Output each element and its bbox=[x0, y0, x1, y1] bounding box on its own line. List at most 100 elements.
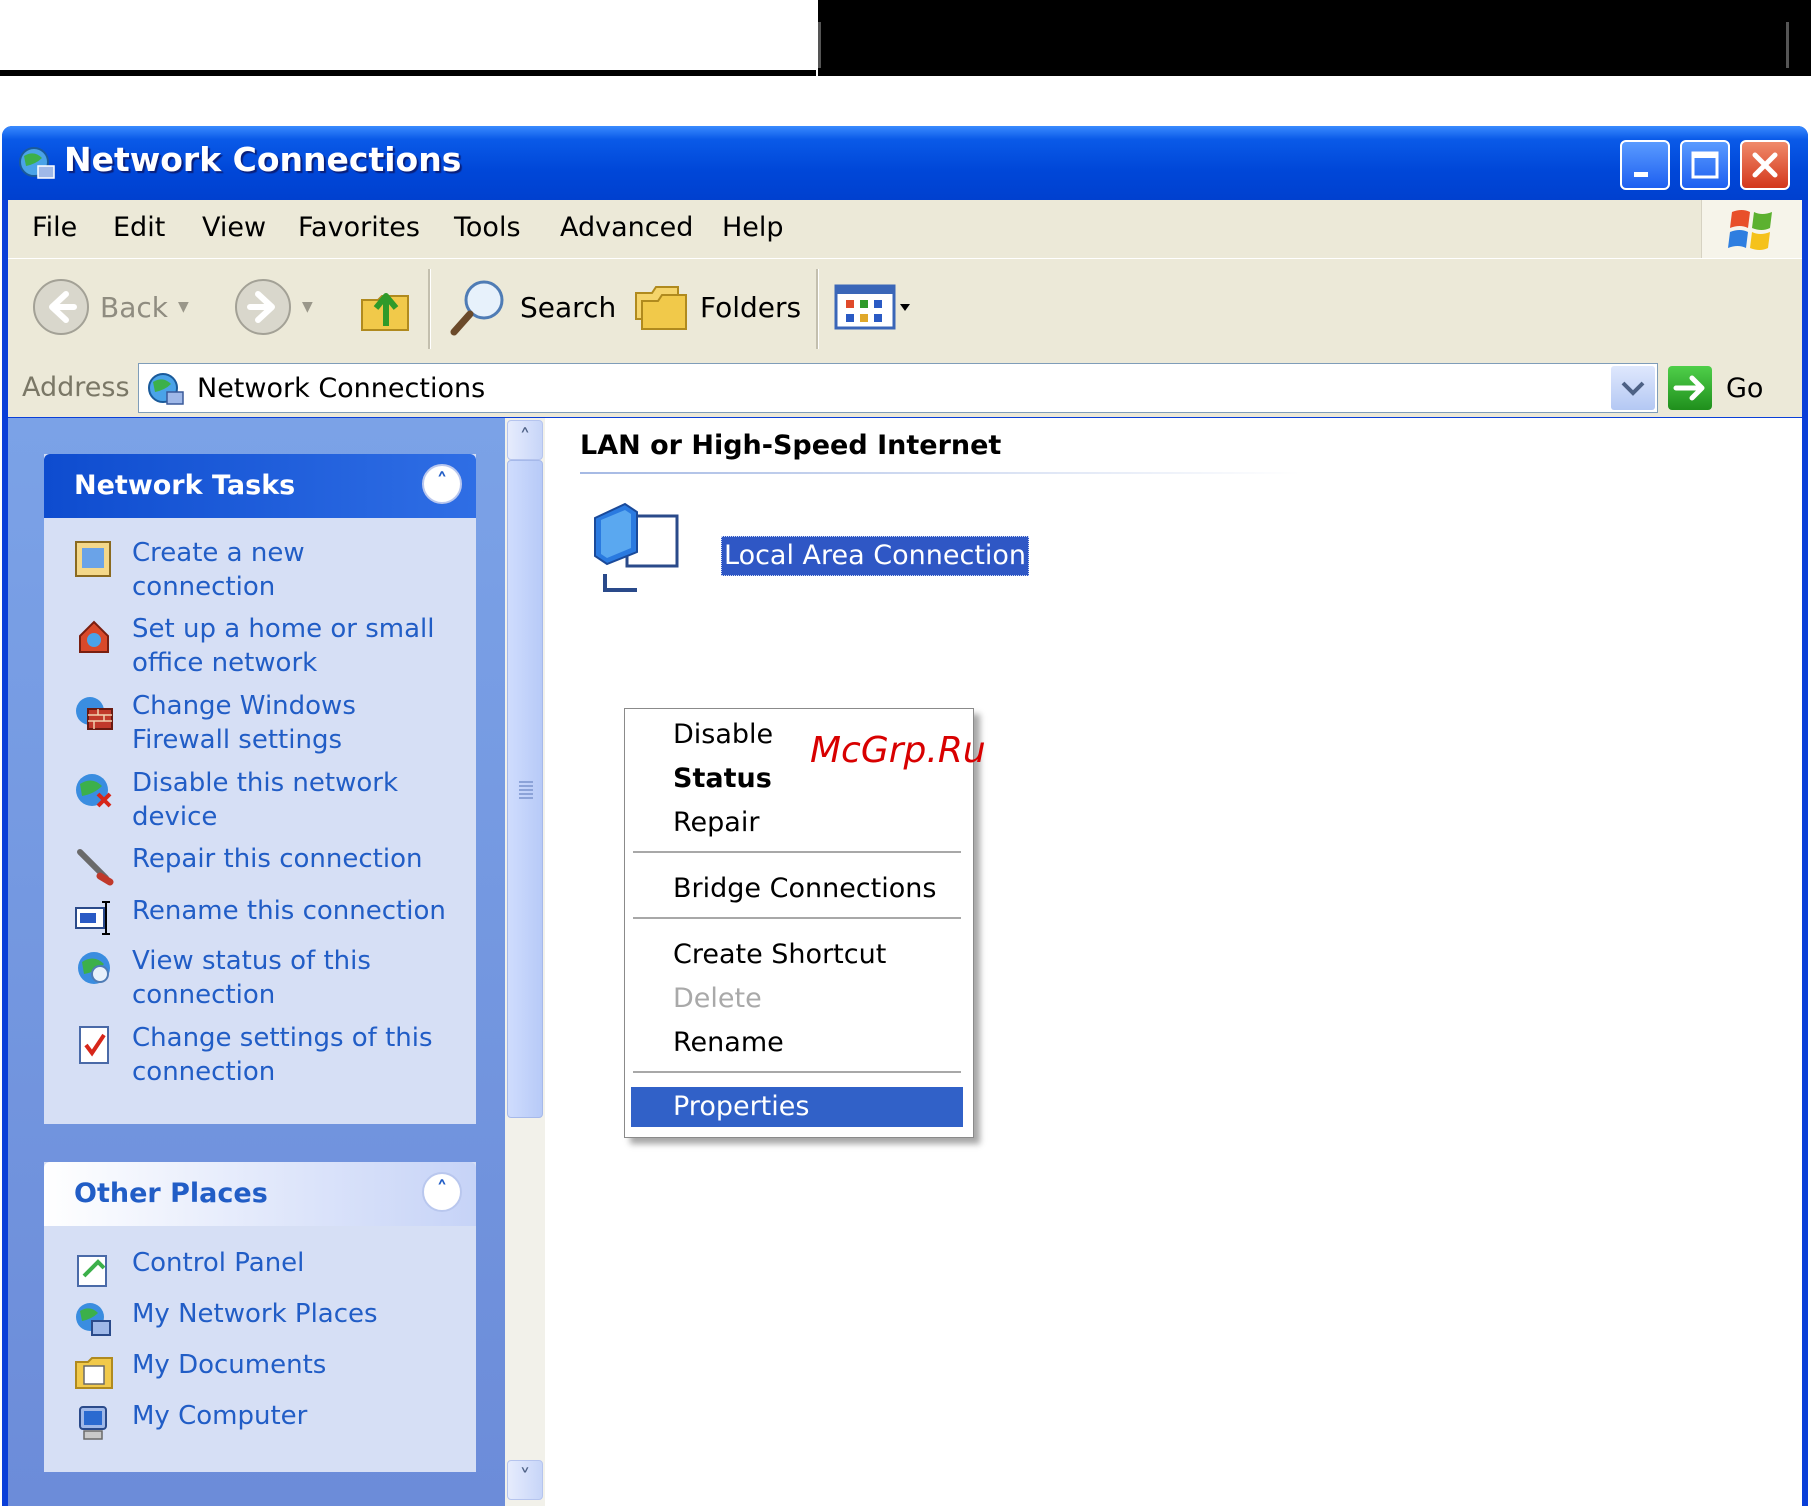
home-network-icon bbox=[79, 620, 109, 653]
menu-item-bridge-connections[interactable]: Bridge Connections bbox=[631, 869, 963, 909]
maximize-button[interactable] bbox=[1680, 140, 1730, 190]
place-my-network-places[interactable]: My Network Places bbox=[74, 1297, 464, 1341]
task-label: Create a new connection bbox=[132, 538, 305, 602]
task-rename-connection[interactable]: Rename this connection bbox=[74, 894, 464, 938]
task-pane: Network Tasks ˄ Create a new connection … bbox=[8, 418, 505, 1506]
page-header-black-band bbox=[818, 0, 1811, 76]
task-label: Change settings of this connection bbox=[132, 1023, 433, 1087]
standard-toolbar: Back ▼ ▼ Search Folders bbox=[8, 258, 1802, 360]
task-label: Change Windows Firewall settings bbox=[132, 691, 356, 755]
minimize-icon bbox=[1634, 172, 1648, 177]
connections-view: LAN or High-Speed Internet Local Area Co… bbox=[545, 418, 1802, 1506]
menu-favorites[interactable]: Favorites bbox=[298, 212, 420, 243]
menu-separator bbox=[633, 917, 961, 919]
address-value: Network Connections bbox=[197, 373, 486, 404]
network-connections-icon bbox=[19, 147, 55, 179]
task-view-status[interactable]: View status of this connection bbox=[74, 944, 464, 1014]
minimize-button[interactable] bbox=[1620, 140, 1670, 190]
local-area-connection-label[interactable]: Local Area Connection bbox=[721, 536, 1030, 576]
task-repair-connection[interactable]: Repair this connection bbox=[74, 842, 464, 886]
place-label: Control Panel bbox=[132, 1248, 305, 1278]
forward-arrow-icon bbox=[235, 279, 291, 335]
search-button[interactable]: Search bbox=[448, 275, 616, 339]
address-input[interactable]: Network Connections bbox=[138, 363, 1658, 413]
menu-bar: File Edit View Favorites Tools Advanced … bbox=[8, 200, 1802, 258]
task-pane-scrollbar[interactable]: ˄ ˅ bbox=[505, 418, 545, 1506]
forward-dropdown-icon[interactable]: ▼ bbox=[302, 299, 313, 315]
menu-file[interactable]: File bbox=[32, 212, 77, 243]
menu-item-create-shortcut[interactable]: Create Shortcut bbox=[631, 935, 963, 975]
menu-separator bbox=[633, 1071, 961, 1073]
up-folder-icon bbox=[361, 293, 409, 331]
folders-label: Folders bbox=[700, 290, 802, 324]
context-menu: Disable Status Repair Bridge Connections… bbox=[624, 708, 974, 1138]
up-folder-button[interactable] bbox=[358, 275, 414, 339]
back-dropdown-icon[interactable]: ▼ bbox=[178, 299, 189, 315]
place-my-documents[interactable]: My Documents bbox=[74, 1348, 464, 1392]
toolbar-separator bbox=[816, 269, 819, 349]
collapse-network-tasks-button[interactable]: ˄ bbox=[422, 464, 462, 504]
menu-view[interactable]: View bbox=[202, 212, 266, 243]
network-places-icon bbox=[76, 1303, 111, 1336]
back-button[interactable]: Back ▼ bbox=[32, 275, 189, 339]
task-disable-network-device[interactable]: Disable this network device bbox=[74, 766, 464, 836]
task-label: Set up a home or small office network bbox=[132, 614, 435, 678]
other-places-header[interactable]: Other Places ˄ bbox=[44, 1162, 476, 1226]
menu-help[interactable]: Help bbox=[722, 212, 784, 243]
other-places-title: Other Places bbox=[74, 1178, 268, 1209]
go-button[interactable]: Go bbox=[1668, 365, 1763, 411]
collapse-other-places-button[interactable]: ˄ bbox=[422, 1172, 462, 1212]
toolbar-separator bbox=[428, 269, 431, 349]
network-tasks-header[interactable]: Network Tasks ˄ bbox=[44, 454, 476, 518]
go-label: Go bbox=[1726, 372, 1764, 404]
menu-item-delete: Delete bbox=[673, 983, 762, 1014]
menu-advanced[interactable]: Advanced bbox=[560, 212, 693, 243]
windows-flag-icon bbox=[1728, 210, 1772, 250]
menu-separator bbox=[633, 851, 961, 853]
address-dropdown-button[interactable] bbox=[1611, 366, 1655, 410]
firewall-icon bbox=[76, 697, 113, 730]
task-label: Disable this network device bbox=[132, 768, 399, 832]
close-button[interactable] bbox=[1740, 140, 1790, 190]
documents-icon bbox=[75, 1357, 113, 1389]
scroll-grip-icon bbox=[519, 781, 533, 801]
scroll-up-button[interactable]: ˄ bbox=[507, 420, 543, 460]
views-icon bbox=[834, 284, 910, 330]
scroll-down-button[interactable]: ˅ bbox=[507, 1460, 543, 1500]
menu-item-rename[interactable]: Rename bbox=[631, 1023, 963, 1063]
rename-icon bbox=[75, 901, 110, 935]
computer-icon bbox=[79, 1406, 107, 1440]
group-header-divider bbox=[580, 472, 1300, 474]
place-label: My Documents bbox=[132, 1350, 327, 1380]
menu-item-repair[interactable]: Repair bbox=[631, 803, 963, 843]
search-icon bbox=[450, 280, 504, 336]
place-control-panel[interactable]: Control Panel bbox=[74, 1246, 464, 1290]
forward-button[interactable]: ▼ bbox=[234, 275, 313, 339]
status-icon bbox=[78, 952, 110, 984]
settings-icon bbox=[79, 1026, 109, 1064]
menu-tools[interactable]: Tools bbox=[454, 212, 521, 243]
back-label: Back bbox=[100, 290, 168, 324]
place-label: My Computer bbox=[132, 1401, 308, 1431]
place-my-computer[interactable]: My Computer bbox=[74, 1399, 464, 1443]
title-bar[interactable]: Network Connections bbox=[2, 126, 1808, 200]
task-home-network[interactable]: Set up a home or small office network bbox=[74, 612, 464, 682]
network-connections-window: Network Connections File Edit View Favor… bbox=[2, 126, 1808, 1506]
band-tick bbox=[1786, 22, 1789, 68]
task-change-settings[interactable]: Change settings of this connection bbox=[74, 1021, 464, 1091]
task-firewall-settings[interactable]: Change Windows Firewall settings bbox=[74, 689, 464, 759]
menu-item-properties[interactable]: Properties bbox=[631, 1087, 963, 1127]
folders-icon bbox=[635, 286, 687, 330]
window-title: Network Connections bbox=[64, 140, 462, 179]
local-area-connection-icon[interactable] bbox=[585, 498, 695, 608]
views-button[interactable] bbox=[834, 275, 914, 339]
scroll-thumb[interactable] bbox=[507, 460, 543, 1118]
watermark-text: McGrp.Ru bbox=[810, 730, 986, 771]
folders-button[interactable]: Folders bbox=[632, 275, 801, 339]
task-create-new-connection[interactable]: Create a new connection bbox=[74, 536, 464, 606]
menu-edit[interactable]: Edit bbox=[113, 212, 165, 243]
band-tick bbox=[818, 22, 821, 68]
place-label: My Network Places bbox=[132, 1299, 378, 1329]
address-label: Address bbox=[22, 372, 130, 403]
new-connection-icon bbox=[75, 541, 111, 577]
